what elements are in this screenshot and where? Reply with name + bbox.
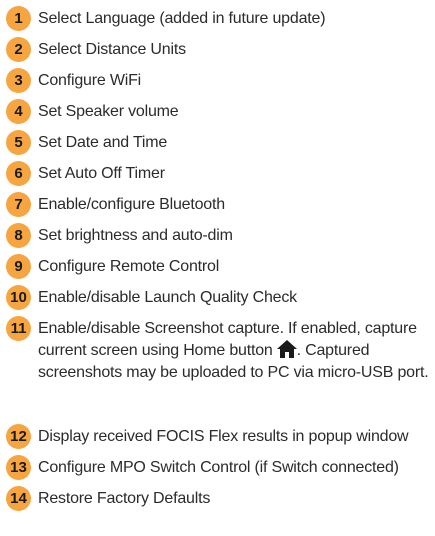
item-text: Set Date and Time (38, 134, 168, 151)
number-badge: 13 (6, 455, 31, 480)
item-text: Enable/disable Screenshot capture. If en… (38, 318, 435, 384)
number-badge: 6 (6, 161, 31, 186)
item-text: Configure Remote Control (38, 258, 220, 275)
number-badge: 12 (6, 424, 31, 449)
item-text: Enable/disable Launch Quality Check (38, 289, 297, 306)
number-badge: 8 (6, 223, 31, 248)
item-text: Select Distance Units (38, 41, 186, 58)
item-text: Set Speaker volume (38, 103, 179, 120)
number-badge: 11 (6, 316, 31, 341)
number-badge: 5 (6, 130, 31, 155)
item-text: Display received FOCIS Flex results in p… (38, 428, 409, 445)
number-badge: 2 (6, 37, 31, 62)
number-badge: 14 (6, 486, 31, 511)
number-badge: 10 (6, 285, 31, 310)
item-text: Restore Factory Defaults (38, 490, 211, 507)
item-text: Set brightness and auto-dim (38, 227, 233, 244)
home-icon (276, 340, 297, 358)
number-badge: 3 (6, 68, 31, 93)
item-text: Configure WiFi (38, 72, 142, 89)
item-text: Set Auto Off Timer (38, 165, 165, 182)
item-text: Configure MPO Switch Control (if Switch … (38, 459, 399, 476)
item-text: Enable/configure Bluetooth (38, 196, 225, 213)
number-badge: 1 (6, 6, 31, 31)
number-badge: 9 (6, 254, 31, 279)
item-text: Select Language (added in future update) (38, 10, 326, 27)
number-badge: 4 (6, 99, 31, 124)
number-badge: 7 (6, 192, 31, 217)
